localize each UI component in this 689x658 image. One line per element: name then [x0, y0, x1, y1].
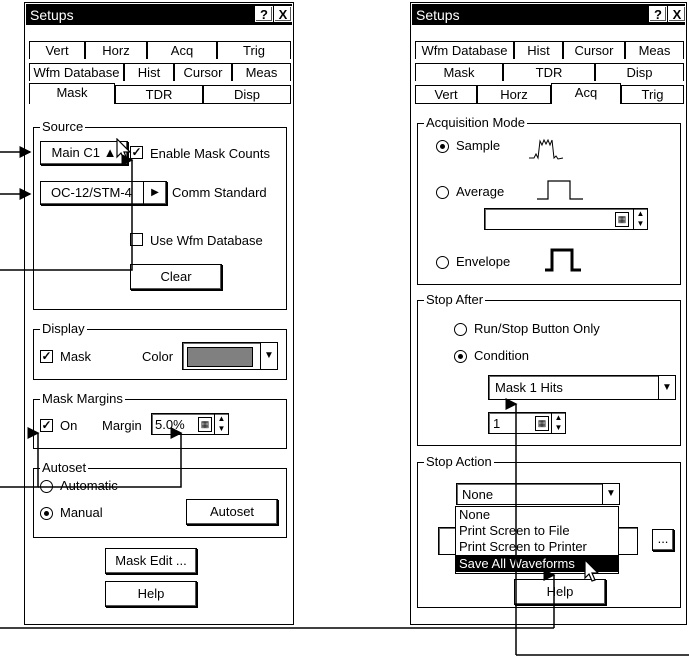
callout-lines	[0, 146, 689, 656]
